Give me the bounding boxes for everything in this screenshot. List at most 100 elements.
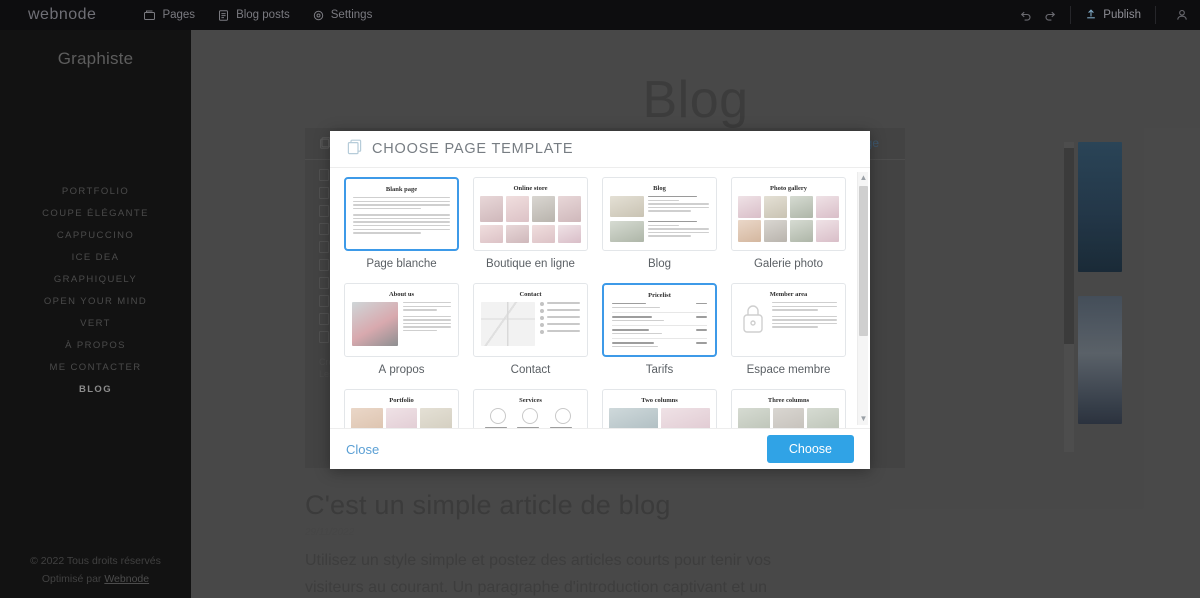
site-nav-item-cappuccino[interactable]: CAPPUCCINO	[0, 225, 191, 247]
template-caption: Galerie photo	[753, 258, 824, 270]
template-thumbnail: Services	[473, 389, 588, 428]
template-thumbnail: Member area	[731, 283, 846, 357]
canvas-thumbnail-column	[1078, 142, 1122, 448]
template-card-tarifs[interactable]: Pricelist Tarifs	[602, 283, 717, 376]
article-body: Utilisez un style simple et postez des a…	[305, 552, 771, 596]
redo-icon[interactable]	[1038, 0, 1062, 30]
topnav-item-settings[interactable]: Settings	[312, 9, 373, 22]
page-icon	[319, 259, 329, 271]
template-card-page-blanche[interactable]: Blank page Page blanche	[344, 177, 459, 270]
footer-powered-prefix: Optimisé par	[41, 573, 105, 585]
publish-button[interactable]: Publish	[1079, 8, 1147, 23]
service-icon	[485, 408, 511, 428]
site-nav-item-coupe-elegante[interactable]: COUPE ÉLÉGANTE	[0, 203, 191, 225]
template-mini-title: About us	[388, 291, 415, 298]
service-icon	[517, 408, 543, 428]
service-icon	[549, 408, 576, 428]
template-caption: Espace membre	[746, 364, 831, 376]
article-date: 29/11/2022	[305, 527, 355, 538]
template-thumbnail: Online store	[473, 177, 588, 251]
page-icon	[319, 187, 329, 199]
template-thumbnail: Photo gallery	[731, 177, 846, 251]
footer-copyright: © 2022 Tous droits réservés	[30, 555, 161, 567]
site-nav-item-vert[interactable]: VERT	[0, 313, 191, 335]
site-logo: Graphiste	[57, 49, 134, 68]
template-thumbnail: About us	[344, 283, 459, 357]
template-caption: Tarifs	[645, 364, 674, 376]
template-grid: Blank page Page blanche Online store Bou…	[344, 177, 864, 428]
template-card-boutique-en-ligne[interactable]: Online store Boutique en ligne	[473, 177, 588, 270]
page-icon	[319, 205, 329, 217]
site-nav-item-blog[interactable]: BLOG	[0, 379, 191, 401]
topnav-label-settings: Settings	[330, 9, 373, 21]
template-card-two-columns[interactable]: Two columns Two columns	[602, 389, 717, 428]
page-icon	[319, 331, 329, 343]
template-mini-title: Services	[519, 397, 542, 404]
site-nav-item-me-contacter[interactable]: ME CONTACTER	[0, 357, 191, 379]
blog-article-preview: C'est un simple article de blog 29/11/20…	[305, 490, 825, 598]
footer-webnode-link[interactable]: Webnode	[104, 573, 149, 585]
scroll-up-arrow-icon[interactable]: ▲	[858, 172, 869, 184]
site-nav-item-open-your-mind[interactable]: OPEN YOUR MIND	[0, 291, 191, 313]
template-thumbnail: Three columns	[731, 389, 846, 428]
template-card-three-columns[interactable]: Three columns Three columns	[731, 389, 846, 428]
template-mini-title: Three columns	[767, 397, 810, 404]
modal-body: Blank page Page blanche Online store Bou…	[330, 168, 870, 428]
editor-topbar: webnode Pages Blog posts Settings Publis…	[0, 0, 1200, 30]
search-icon	[319, 169, 329, 181]
close-button[interactable]: Close	[346, 442, 379, 457]
canvas-scrollbar[interactable]	[1064, 142, 1074, 452]
topnav-item-pages[interactable]: Pages	[143, 9, 195, 22]
template-mini-title: Contact	[519, 291, 542, 298]
template-mini-title: Blog	[653, 185, 666, 192]
template-card-espace-membre[interactable]: Member area Espace membre	[731, 283, 846, 376]
choose-page-template-modal: CHOOSE PAGE TEMPLATE Blank page Page bla…	[330, 131, 870, 469]
modal-title: CHOOSE PAGE TEMPLATE	[372, 141, 574, 157]
site-nav-item-portfolio[interactable]: PORTFOLIO	[0, 181, 191, 203]
template-card-a-propos[interactable]: About us À propos	[344, 283, 459, 376]
site-nav-item-a-propos[interactable]: À PROPOS	[0, 335, 191, 357]
template-caption: Page blanche	[366, 258, 437, 270]
template-caption: Blog	[647, 258, 672, 270]
canvas-image-thumbnail	[1078, 296, 1122, 424]
template-mini-title: Blank page	[385, 186, 418, 193]
webnode-logo[interactable]: webnode	[28, 6, 96, 24]
page-icon	[319, 241, 329, 253]
template-card-blog[interactable]: Blog Blog	[602, 177, 717, 270]
site-nav-item-graphiquely[interactable]: GRAPHIQUELY	[0, 269, 191, 291]
page-title: Blog	[642, 71, 749, 129]
template-thumbnail: Pricelist	[602, 283, 717, 357]
article-title: C'est un simple article de blog	[305, 490, 671, 520]
user-icon[interactable]	[1164, 0, 1200, 30]
template-card-portfolio[interactable]: Portfolio Portfolio	[344, 389, 459, 428]
undo-icon[interactable]	[1014, 0, 1038, 30]
site-nav-item-ice-dea[interactable]: ICE DEA	[0, 247, 191, 269]
scroll-down-arrow-icon[interactable]: ▼	[858, 413, 869, 425]
scrollbar-thumb[interactable]	[859, 186, 868, 336]
gear-icon	[312, 9, 325, 22]
template-thumbnail: Contact	[473, 283, 588, 357]
template-card-galerie-photo[interactable]: Photo gallery Galerie photo	[731, 177, 846, 270]
topbar-divider-1	[1070, 6, 1072, 24]
topbar-divider-2	[1155, 6, 1156, 24]
topnav-item-blog-posts[interactable]: Blog posts	[217, 9, 290, 22]
editor-main-nav: Pages Blog posts Settings	[143, 9, 372, 22]
editor-topbar-actions: Publish	[1014, 0, 1200, 30]
template-mini-title: Pricelist	[648, 292, 671, 299]
blog-posts-icon	[217, 9, 230, 22]
topnav-label-pages: Pages	[162, 9, 196, 21]
template-thumbnail: Portfolio	[344, 389, 459, 428]
template-card-services[interactable]: Services	[473, 389, 588, 428]
template-thumbnail: Blank page	[344, 177, 459, 251]
footer-powered-by: Optimisé par Webnode	[0, 570, 191, 588]
template-list-scrollbar[interactable]: ▲ ▼	[857, 172, 868, 425]
page-icon	[319, 223, 329, 235]
publish-label: Publish	[1103, 9, 1141, 21]
template-mini-title: Member area	[769, 291, 808, 298]
template-mini-title: Two columns	[641, 397, 678, 404]
canvas-image-thumbnail	[1078, 142, 1122, 272]
site-footer: © 2022 Tous droits réservés Optimisé par…	[0, 552, 191, 598]
page-icon	[319, 295, 329, 307]
choose-button[interactable]: Choose	[766, 435, 854, 463]
template-card-contact[interactable]: Contact Contact	[473, 283, 588, 376]
